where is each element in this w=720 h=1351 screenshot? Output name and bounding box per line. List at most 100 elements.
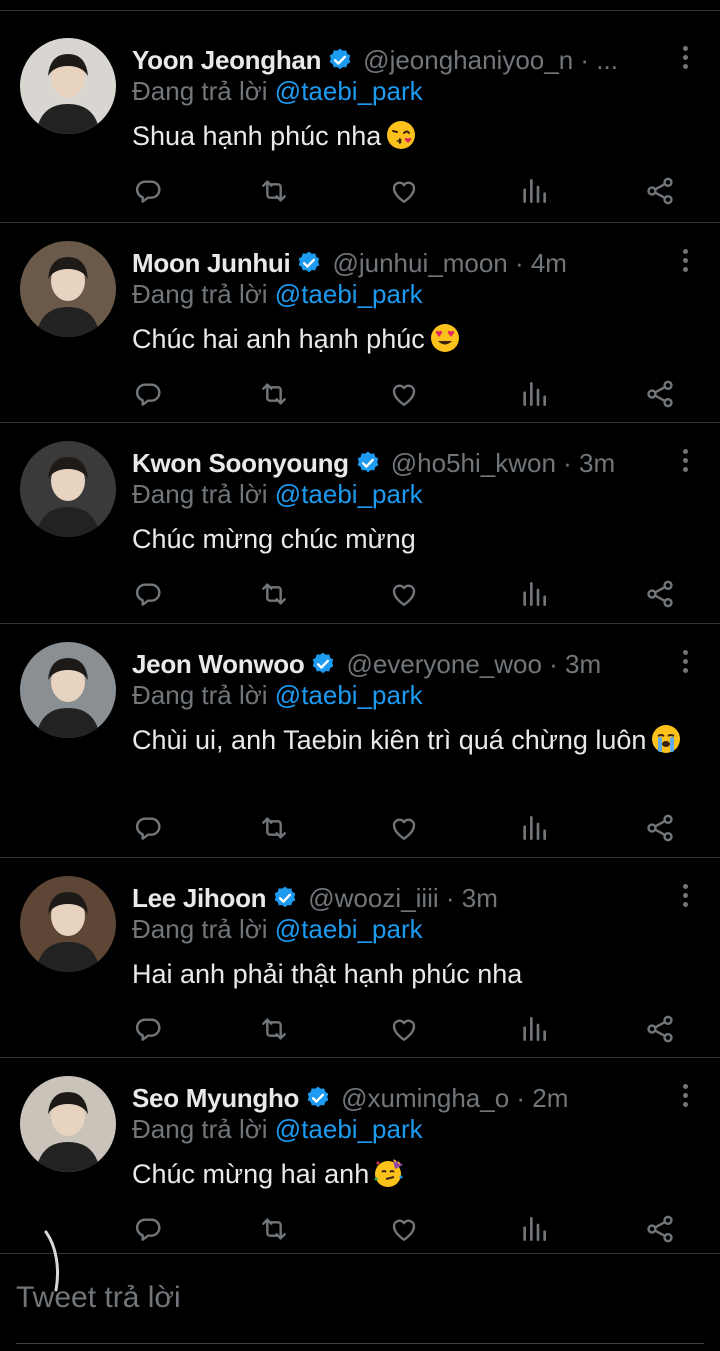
avatar[interactable] — [20, 241, 116, 337]
share-icon[interactable] — [644, 1213, 676, 1245]
tweet-reply[interactable]: Jeon Wonwoo @everyone_woo · 3m Đang trả lờ… — [0, 624, 720, 858]
share-icon[interactable] — [644, 378, 676, 410]
replying-to: Đang trả lời @taebi_park — [132, 479, 423, 510]
replying-label: Đang trả lời — [132, 914, 268, 944]
heart-eyes-emoji — [429, 322, 461, 354]
share-icon[interactable] — [644, 578, 676, 610]
reply-input-placeholder[interactable]: Tweet trả lời — [16, 1281, 181, 1315]
top-divider — [0, 10, 720, 11]
tweet-text: Chúc hai anh hạnh phúc — [132, 321, 692, 357]
reply-icon[interactable] — [132, 578, 164, 610]
replying-label: Đang trả lời — [132, 1114, 268, 1144]
mention-link[interactable]: @taebi_park — [275, 479, 423, 509]
composer-underline — [16, 1343, 704, 1344]
display-name[interactable]: Moon Junhui — [132, 248, 291, 279]
user-handle: @ho5hi_kwon · 3m — [390, 447, 616, 478]
reply-icon[interactable] — [132, 1213, 164, 1245]
user-handle: @everyone_woo · 3m — [346, 648, 602, 679]
more-options-icon[interactable] — [680, 249, 690, 277]
retweet-icon[interactable] — [258, 378, 290, 410]
replying-to: Đang trả lời @taebi_park — [132, 914, 423, 945]
mention-link[interactable]: @taebi_park — [275, 279, 423, 309]
views-icon[interactable] — [518, 175, 550, 207]
tweet-text: Chúc mừng chúc mừng — [132, 521, 692, 557]
tweet-actions — [132, 812, 692, 848]
retweet-icon[interactable] — [258, 1013, 290, 1045]
share-icon[interactable] — [644, 812, 676, 844]
replying-to: Đang trả lời @taebi_park — [132, 76, 423, 107]
retweet-icon[interactable] — [258, 578, 290, 610]
retweet-icon[interactable] — [258, 812, 290, 844]
retweet-icon[interactable] — [258, 175, 290, 207]
reply-composer[interactable]: Tweet trả lời — [0, 1255, 720, 1351]
loudly-crying-emoji — [650, 723, 682, 755]
views-icon[interactable] — [518, 1213, 550, 1245]
views-icon[interactable] — [518, 1013, 550, 1045]
replying-to: Đang trả lời @taebi_park — [132, 1114, 423, 1145]
verified-badge-icon — [296, 250, 322, 276]
tweet-text: Hai anh phải thật hạnh phúc nha — [132, 956, 692, 992]
tweet-reply[interactable]: Lee Jihoon @woozi_iiii · 3m Đang trả lời @… — [0, 858, 720, 1058]
user-handle: @jeonghaniyoo_n · ... — [363, 44, 618, 75]
display-name[interactable]: Seo Myungho — [132, 1083, 299, 1114]
display-name[interactable]: Yoon Jeonghan — [132, 45, 321, 76]
partying-face-emoji — [373, 1157, 405, 1189]
reply-icon[interactable] — [132, 378, 164, 410]
tweet-reply[interactable]: Seo Myungho @xumingha_o · 2m Đang trả lời … — [0, 1058, 720, 1254]
like-icon[interactable] — [388, 378, 420, 410]
share-icon[interactable] — [644, 1013, 676, 1045]
like-icon[interactable] — [388, 175, 420, 207]
more-options-icon[interactable] — [680, 46, 690, 74]
avatar[interactable] — [20, 38, 116, 134]
like-icon[interactable] — [388, 1213, 420, 1245]
avatar[interactable] — [20, 441, 116, 537]
like-icon[interactable] — [388, 1013, 420, 1045]
views-icon[interactable] — [518, 578, 550, 610]
retweet-icon[interactable] — [258, 1213, 290, 1245]
tweet-actions — [132, 578, 692, 614]
replying-to: Đang trả lời @taebi_park — [132, 279, 423, 310]
like-icon[interactable] — [388, 578, 420, 610]
tweet-reply[interactable]: Moon Junhui @junhui_moon · 4m Đang trả lời… — [0, 223, 720, 423]
mention-link[interactable]: @taebi_park — [275, 76, 423, 106]
display-name[interactable]: Lee Jihoon — [132, 883, 267, 914]
user-handle: @junhui_moon · 4m — [332, 247, 567, 278]
tweet-text-content: Chúc mừng chúc mừng — [132, 524, 416, 554]
share-icon[interactable] — [644, 175, 676, 207]
reply-icon[interactable] — [132, 175, 164, 207]
tweet-header: Yoon Jeonghan @jeonghaniyoo_n · ... — [132, 42, 662, 78]
more-options-icon[interactable] — [680, 884, 690, 912]
tweet-text-content: Shua hạnh phúc nha — [132, 121, 382, 151]
display-name[interactable]: Jeon Wonwoo — [132, 649, 305, 680]
reply-icon[interactable] — [132, 812, 164, 844]
mention-link[interactable]: @taebi_park — [275, 680, 423, 710]
replying-label: Đang trả lời — [132, 479, 268, 509]
avatar[interactable] — [20, 1076, 116, 1172]
avatar[interactable] — [20, 876, 116, 972]
display-name[interactable]: Kwon Soonyoung — [132, 448, 349, 479]
more-options-icon[interactable] — [680, 1084, 690, 1112]
verified-badge-icon — [355, 450, 381, 476]
more-options-icon[interactable] — [680, 449, 690, 477]
like-icon[interactable] — [388, 812, 420, 844]
reply-icon[interactable] — [132, 1013, 164, 1045]
tweet-text: Shua hạnh phúc nha — [132, 118, 692, 154]
tweet-header: Moon Junhui @junhui_moon · 4m — [132, 245, 662, 281]
tweet-header: Seo Myungho @xumingha_o · 2m — [132, 1080, 662, 1116]
mention-link[interactable]: @taebi_park — [275, 914, 423, 944]
views-icon[interactable] — [518, 812, 550, 844]
more-options-icon[interactable] — [680, 650, 690, 678]
tweet-reply[interactable]: Yoon Jeonghan @jeonghaniyoo_n · ... Đang t… — [0, 20, 720, 223]
mention-link[interactable]: @taebi_park — [275, 1114, 423, 1144]
verified-badge-icon — [327, 47, 353, 73]
tweet-actions — [132, 1213, 692, 1249]
avatar[interactable] — [20, 642, 116, 738]
verified-badge-icon — [305, 1085, 331, 1111]
tweet-text-content: Chúc mừng hai anh — [132, 1159, 370, 1189]
tweet-text-content: Chúc hai anh hạnh phúc — [132, 324, 425, 354]
views-icon[interactable] — [518, 378, 550, 410]
user-handle: @xumingha_o · 2m — [341, 1082, 569, 1113]
tweet-reply[interactable]: Kwon Soonyoung @ho5hi_kwon · 3m Đang trả l… — [0, 423, 720, 624]
tweet-text: Chúc mừng hai anh — [132, 1156, 692, 1192]
replying-label: Đang trả lời — [132, 76, 268, 106]
